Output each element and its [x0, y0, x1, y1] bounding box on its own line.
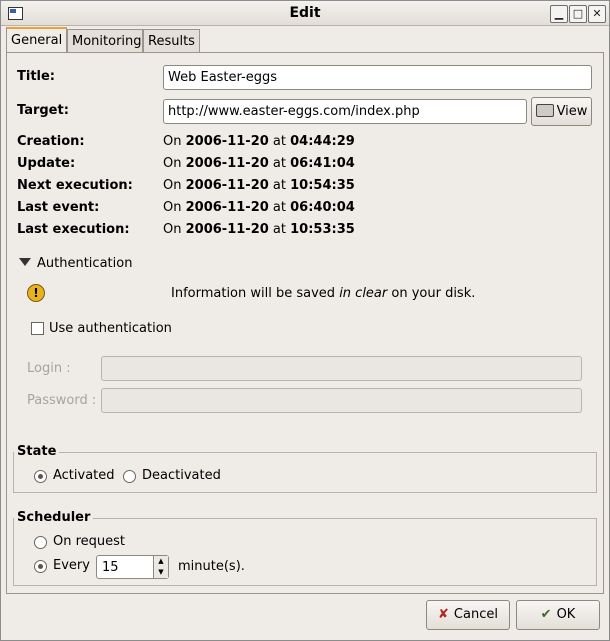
cancel-icon: ✘: [438, 607, 449, 622]
title-label: Title:: [17, 69, 56, 84]
target-label: Target:: [17, 103, 69, 118]
last-event-value: On 2006-11-20 at 06:40:04: [163, 200, 355, 215]
authentication-expander[interactable]: Authentication: [19, 256, 132, 271]
target-input[interactable]: http://www.easter-eggs.com/index.php: [163, 99, 527, 124]
maximize-button[interactable]: □: [569, 5, 587, 23]
minimize-icon: ▁: [554, 7, 564, 20]
spin-down-icon[interactable]: ▼: [154, 567, 168, 578]
interval-value: 15: [102, 560, 119, 575]
window-title: Edit: [289, 5, 321, 21]
on-request-radio[interactable]: [34, 536, 47, 549]
spin-up-icon[interactable]: ▲: [154, 556, 168, 567]
password-label: Password :: [27, 393, 97, 408]
close-button[interactable]: ✕: [588, 5, 606, 23]
on-request-label: On request: [53, 534, 126, 549]
deactivated-label: Deactivated: [142, 468, 221, 483]
title-input[interactable]: Web Easter-eggs: [163, 65, 592, 90]
ok-icon: ✔: [540, 607, 552, 622]
spin-arrows[interactable]: ▲ ▼: [153, 556, 168, 578]
creation-label: Creation:: [17, 134, 85, 149]
ok-label: OK: [556, 607, 576, 622]
last-execution-label: Last execution:: [17, 222, 130, 237]
cancel-label: Cancel: [453, 607, 498, 622]
warning-icon: !: [27, 284, 45, 302]
last-event-label: Last event:: [17, 200, 100, 215]
creation-value: On 2006-11-20 at 04:44:29: [163, 134, 355, 149]
interval-unit-label: minute(s).: [178, 559, 245, 574]
edit-dialog: Edit ▁ □ ✕ General Monitoring Results Ti…: [0, 0, 610, 641]
activated-radio[interactable]: [34, 470, 47, 483]
view-button[interactable]: View: [531, 97, 592, 126]
activated-label: Activated: [53, 468, 115, 483]
printer-icon: [535, 104, 554, 117]
view-button-label: View: [556, 104, 588, 119]
tab-general[interactable]: General: [6, 27, 67, 53]
tab-results-label: Results: [148, 34, 195, 49]
login-input[interactable]: [101, 356, 582, 381]
last-execution-value: On 2006-11-20 at 10:53:35: [163, 222, 355, 237]
authentication-label: Authentication: [37, 256, 133, 271]
use-authentication-checkbox[interactable]: [31, 322, 44, 335]
expander-arrow-icon: [19, 258, 31, 266]
every-label: Every: [53, 558, 90, 573]
tab-monitoring-label: Monitoring: [72, 34, 142, 49]
minimize-button[interactable]: ▁: [550, 5, 568, 23]
use-authentication-label: Use authentication: [49, 321, 172, 336]
ok-button[interactable]: ✔ OK: [516, 600, 600, 630]
next-execution-value: On 2006-11-20 at 10:54:35: [163, 178, 355, 193]
every-radio[interactable]: [34, 560, 47, 573]
warning-text: Information will be saved in clear on yo…: [171, 286, 476, 301]
tab-general-label: General: [11, 33, 63, 48]
cancel-button[interactable]: ✘ Cancel: [426, 600, 510, 630]
scheduler-title: Scheduler: [14, 510, 94, 525]
deactivated-radio[interactable]: [123, 470, 136, 483]
close-icon: ✕: [592, 7, 602, 20]
tab-results[interactable]: Results: [143, 29, 200, 53]
state-title: State: [14, 444, 60, 459]
login-label: Login :: [27, 361, 71, 376]
tab-monitoring[interactable]: Monitoring: [67, 29, 143, 53]
interval-spinbutton[interactable]: 15 ▲ ▼: [96, 555, 169, 579]
update-label: Update:: [17, 156, 76, 171]
update-value: On 2006-11-20 at 06:41:04: [163, 156, 355, 171]
password-input[interactable]: [101, 388, 582, 413]
next-execution-label: Next execution:: [17, 178, 133, 193]
maximize-icon: □: [572, 7, 584, 20]
title-bar[interactable]: Edit ▁ □ ✕: [1, 1, 609, 26]
